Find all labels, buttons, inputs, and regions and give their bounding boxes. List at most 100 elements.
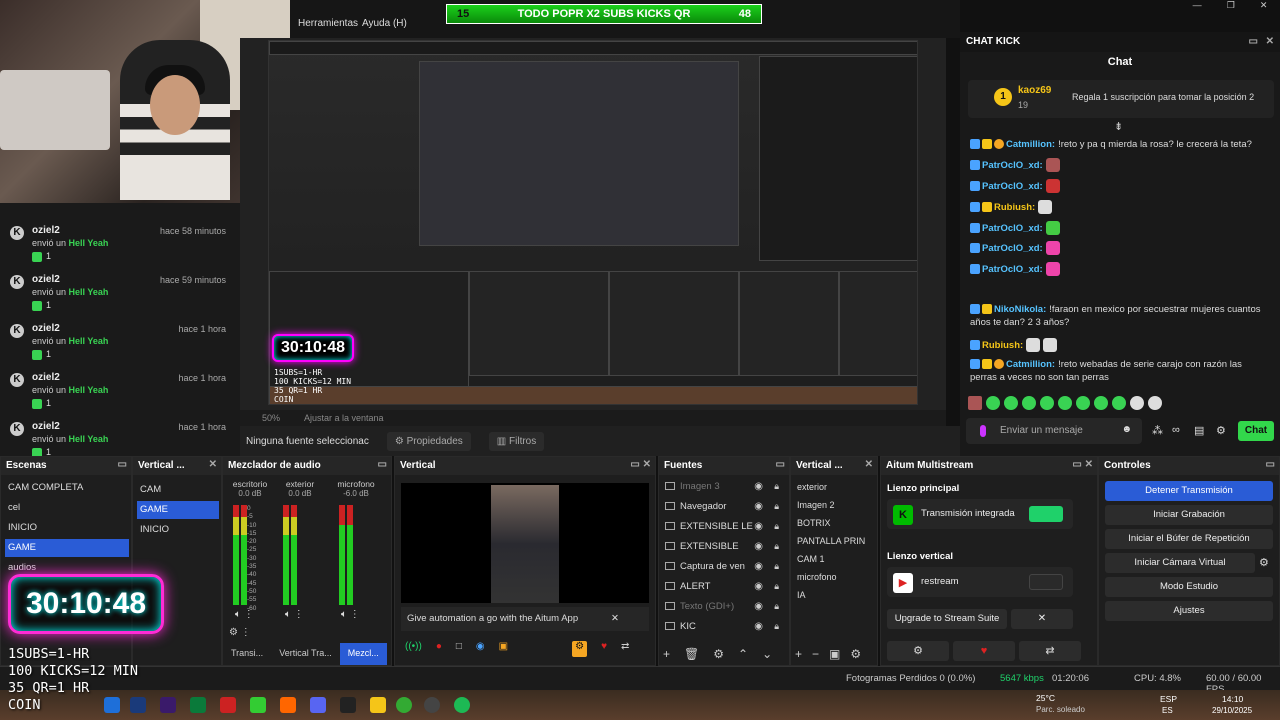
visibility-icon[interactable]: ◉	[754, 581, 763, 592]
tab-vertical-transitions[interactable]: Vertical Tra...	[271, 643, 340, 665]
upgrade-button[interactable]: Upgrade to Stream Suite	[887, 609, 1007, 629]
float-icon[interactable]: ▭	[1266, 459, 1275, 470]
stream-toggle-off[interactable]	[1029, 574, 1063, 590]
vertical-source-item[interactable]: IA	[797, 585, 806, 605]
menu-ayuda[interactable]: Ayuda (H)	[362, 18, 407, 29]
lock-icon[interactable]: 🔒︎	[774, 501, 779, 512]
share-icon[interactable]: ⇄	[621, 641, 629, 657]
tab-transitions[interactable]: Transi...	[223, 643, 271, 665]
infinity-icon[interactable]: ∞	[1172, 424, 1180, 436]
close-banner-icon[interactable]: ✕	[611, 613, 619, 624]
stop-icon[interactable]: □	[456, 641, 462, 657]
lock-icon[interactable]: 🔒︎	[774, 481, 779, 492]
trash-icon[interactable]: 🗑︎	[684, 647, 699, 661]
speaker-icon[interactable]: 🔈︎ ⋮	[235, 609, 254, 620]
start-replay-buffer-button[interactable]: Iniciar el Búfer de Repetición	[1105, 529, 1273, 549]
lock-icon[interactable]: 🔒︎	[774, 581, 779, 592]
vertical-source-item[interactable]: Imagen 2	[797, 495, 835, 515]
filters-button[interactable]: ▥ Filtros	[488, 431, 545, 451]
share-icon[interactable]: ⁂	[1152, 424, 1163, 437]
vertical-scene-item-selected[interactable]: GAME	[137, 501, 219, 519]
source-item[interactable]: Texto (GDI+)	[665, 597, 734, 617]
vertical-source-item[interactable]: microfono	[797, 567, 837, 587]
trash-icon[interactable]: ▣	[829, 647, 840, 661]
stream-toggle-on[interactable]	[1029, 506, 1063, 522]
start-recording-button[interactable]: Iniciar Grabación	[1105, 505, 1273, 525]
dismiss-upgrade-icon[interactable]: ✕	[1011, 609, 1073, 629]
settings-icon[interactable]: ⚙	[887, 641, 949, 661]
settings-icon[interactable]: ⚙	[1216, 424, 1226, 437]
source-item[interactable]: ALERT	[665, 577, 710, 597]
vertical-scene-item[interactable]: INICIO	[137, 521, 219, 539]
clock[interactable]: 14:10	[1222, 694, 1243, 704]
fit-to-window[interactable]: Ajustar a la ventana	[304, 413, 384, 423]
tab-mixer[interactable]: Mezcl...	[339, 643, 387, 665]
properties-button[interactable]: ⚙ Propiedades	[386, 431, 471, 451]
float-icon[interactable]: ▭	[1249, 36, 1258, 47]
speaker-icon[interactable]: 🔈︎ ⋮	[341, 609, 360, 620]
lock-icon[interactable]: 🔒︎	[774, 601, 779, 612]
lock-icon[interactable]: 🔒︎	[774, 621, 779, 632]
scene-item-selected[interactable]: GAME	[5, 539, 129, 557]
language[interactable]: ESP	[1160, 694, 1177, 704]
speaker-icon[interactable]: 🔈︎ ⋮	[285, 609, 304, 620]
close-icon[interactable]: ✕	[1260, 0, 1268, 14]
visibility-icon[interactable]: ◉	[754, 621, 763, 632]
app-icon[interactable]	[220, 697, 236, 713]
vertical-source-item[interactable]: exterior	[797, 477, 827, 497]
send-chat-button[interactable]: Chat	[1238, 421, 1274, 441]
discord-icon[interactable]	[310, 697, 326, 713]
mixer-settings-icon[interactable]: ⚙ ⋮	[229, 627, 251, 638]
scene-item[interactable]: INICIO	[5, 519, 129, 537]
visibility-icon[interactable]: ◉	[754, 501, 763, 512]
scene-item[interactable]: CAM COMPLETA	[5, 479, 129, 497]
start-virtual-camera-button[interactable]: Iniciar Cámara Virtual	[1105, 553, 1255, 573]
lock-icon[interactable]: 🔒︎	[774, 521, 779, 532]
vertical-source-item[interactable]: BOTRIX	[797, 513, 831, 533]
chrome-icon[interactable]	[396, 697, 412, 713]
vertical-scene-item[interactable]: CAM	[137, 481, 219, 499]
source-item[interactable]: EXTENSIBLE	[665, 537, 739, 557]
float-icon[interactable]: ▭	[378, 459, 387, 470]
heart-icon[interactable]: ♥	[953, 641, 1015, 661]
menu-herramientas[interactable]: Herramientas	[298, 18, 358, 29]
float-icon[interactable]: ▭	[776, 459, 785, 470]
chat-input[interactable]: Enviar un mensaje ☻	[966, 418, 1142, 444]
brave-icon[interactable]	[280, 697, 296, 713]
studio-mode-button[interactable]: Modo Estudio	[1105, 577, 1273, 597]
app-icon[interactable]	[340, 697, 356, 713]
heart-icon[interactable]: ♥	[601, 641, 607, 657]
spotify-icon[interactable]	[454, 697, 470, 713]
emoji-icon[interactable]: ☻	[1121, 424, 1132, 435]
close-icon[interactable]: ▭ ✕	[1072, 459, 1093, 470]
lock-icon[interactable]: 🔒︎	[774, 561, 779, 572]
virtualcam-icon[interactable]: ▣	[499, 641, 508, 657]
source-item[interactable]: KIC	[665, 617, 696, 637]
source-item[interactable]: EXTENSIBLE LE	[665, 517, 753, 537]
vertical-source-item[interactable]: PANTALLA PRIN	[797, 531, 865, 551]
chevron-up-icon[interactable]: ⌃	[738, 647, 748, 661]
source-item[interactable]: Imagen 3	[665, 477, 720, 497]
record-icon[interactable]: ●	[436, 641, 442, 657]
add-icon[interactable]: +	[795, 647, 802, 661]
close-icon[interactable]: ✕	[865, 459, 873, 470]
zoom-level[interactable]: 50%	[262, 413, 280, 423]
obs-icon[interactable]	[424, 697, 440, 713]
maximize-icon[interactable]: ❐	[1227, 0, 1235, 14]
visibility-icon[interactable]: ◉	[754, 541, 763, 552]
visibility-icon[interactable]: ◉	[754, 601, 763, 612]
scene-item[interactable]: cel	[5, 499, 129, 517]
share-icon[interactable]: ⇄	[1019, 641, 1081, 661]
visibility-icon[interactable]: ◉	[754, 481, 763, 492]
settings-icon[interactable]: ⚙	[713, 647, 724, 661]
scroll-down-icon[interactable]: ⇟	[1114, 120, 1123, 133]
settings-icon[interactable]: ⚙	[850, 647, 861, 661]
float-icon[interactable]: ▭	[118, 459, 127, 470]
source-item[interactable]: Captura de ven	[665, 557, 745, 577]
minimize-icon[interactable]: —	[1193, 0, 1202, 14]
lock-icon[interactable]: 🔒︎	[774, 541, 779, 552]
folder-icon[interactable]	[370, 697, 386, 713]
settings-icon[interactable]: ⚙	[572, 641, 588, 657]
stop-streaming-button[interactable]: Detener Transmisión	[1105, 481, 1273, 501]
layout-icon[interactable]: ▤	[1194, 424, 1204, 437]
